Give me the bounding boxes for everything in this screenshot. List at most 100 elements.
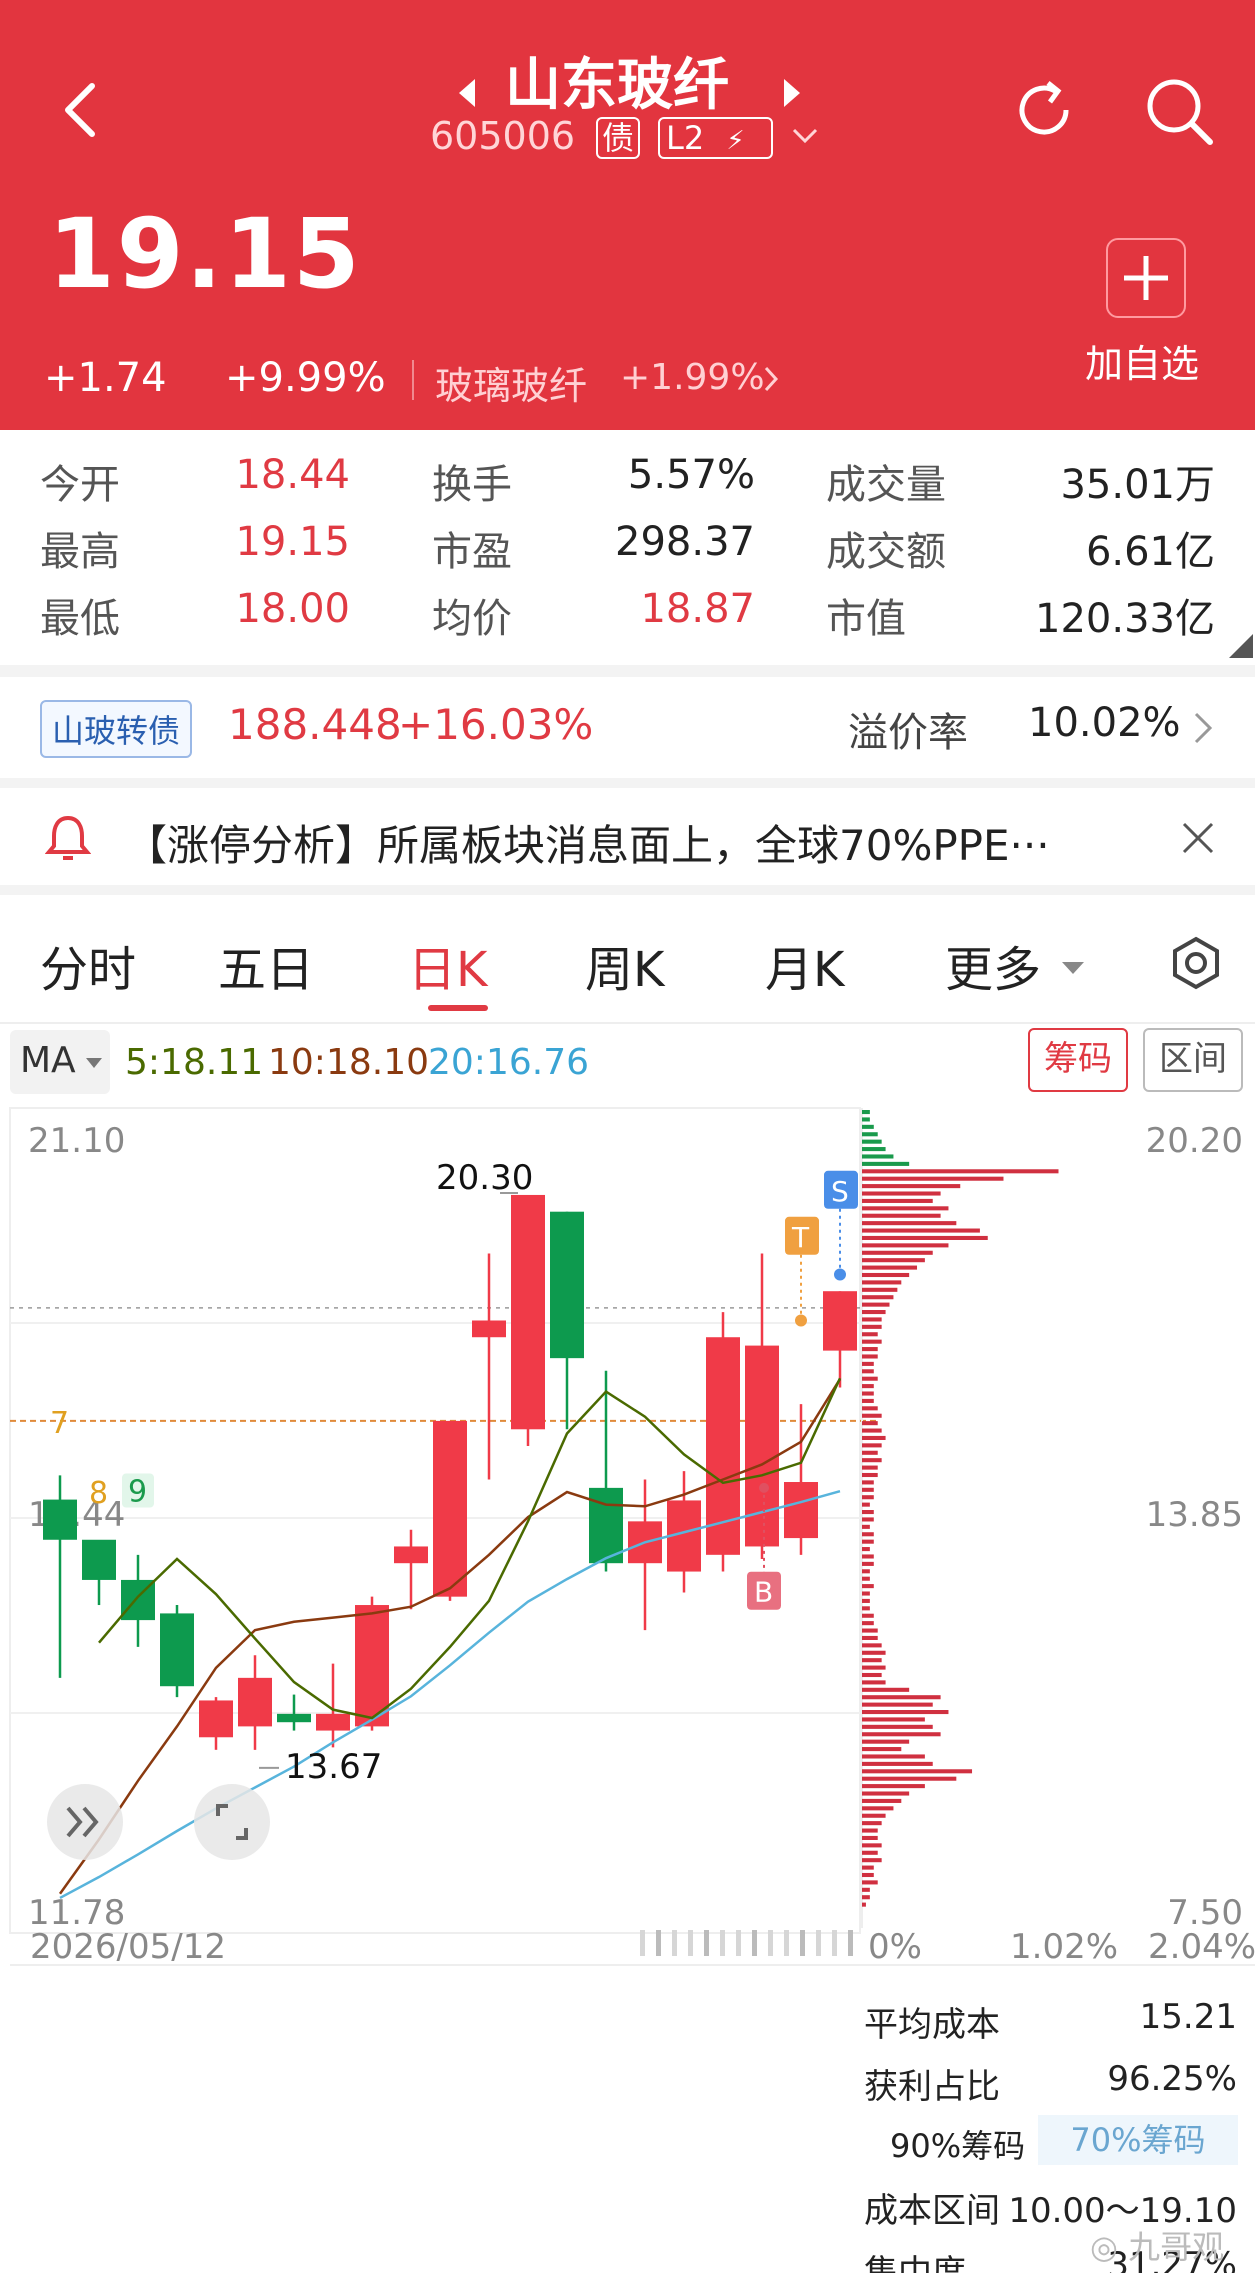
divider [412,360,414,400]
l2-badge[interactable]: L2 ⚡ [658,117,773,159]
scroll-tick [736,1930,741,1956]
scroll-tick [656,1930,661,1956]
chip-bar [862,1524,870,1529]
l2-label: L2 [666,119,705,157]
tab-more[interactable]: 更多 [945,930,1041,1000]
chip-stat-value: 15.21 [1139,1997,1237,2037]
divider [0,665,1255,677]
chip-bar [862,1391,874,1396]
chip-bar [862,1169,1059,1174]
tab-chip-90[interactable]: 90%筹码 [890,2121,1025,2167]
chip-bar [862,1317,882,1322]
y-tick-label: 21.10 [28,1121,125,1161]
sector-pct[interactable]: +1.99% [620,357,765,398]
td-marker: 9 [128,1475,147,1510]
high-label: 20.30 [436,1158,533,1198]
chip-bar [862,1569,870,1574]
premium-value: 10.02% [1028,700,1181,746]
chip-button[interactable]: 筹码 [1028,1028,1128,1092]
settings-icon[interactable] [1168,935,1224,991]
tab-daily-k[interactable]: 日K [408,930,487,1000]
add-watch-label[interactable]: 加自选 [1085,333,1199,388]
chevron-down-icon[interactable] [790,126,820,146]
quote-label: 均价 [432,596,512,642]
bond-price: 188.448 [228,700,402,749]
chip-bar [862,1680,886,1685]
chevron-right-icon[interactable] [1192,708,1216,748]
chip-bar [862,1732,941,1737]
chip-bar [862,1332,878,1337]
chip-stat-label: 平均成本 [864,2005,1000,2045]
low-label: 13.67 [285,1747,382,1787]
chip-bar [862,1472,878,1478]
back-icon[interactable] [60,80,100,140]
chip-bar [862,1658,882,1663]
chip-bar [862,1539,874,1544]
chip-bar [862,1650,886,1655]
fullscreen-button[interactable] [194,1784,270,1860]
kline-chart[interactable]: 21.1016.4411.782026/05/1220.3013.67789TS… [0,1100,1255,1980]
chip-bar [862,1613,874,1618]
chip-bar [862,1747,902,1752]
bond-badge[interactable]: 债 [596,117,641,159]
scroll-tick [752,1930,757,1956]
quote-value: 18.87 [640,586,755,632]
tab-chip-70[interactable]: 70%筹码 [1038,2115,1238,2165]
scroll-tick [848,1930,853,1956]
candle-body [472,1320,506,1338]
chip-bar [862,1665,886,1670]
chip-price-label: 20.20 [1146,1121,1243,1161]
ma-selector[interactable]: MA [10,1030,110,1094]
quote-grid: 今开 18.44 换手 5.57% 成交量 35.01万 最高 19.15 市盈 298.37 成交… [0,430,1255,665]
chip-bar [862,1176,1004,1181]
chip-bar [862,1687,910,1692]
sector-name[interactable]: 玻璃玻纤 [435,355,587,410]
refresh-icon[interactable] [1010,75,1080,145]
close-icon[interactable] [1180,820,1216,856]
chip-bar [862,1776,957,1781]
tab-monthly-k[interactable]: 月K [765,930,844,1000]
price-change: +1.74 [44,355,167,401]
chip-bar [862,1754,925,1759]
expand-button[interactable] [47,1784,123,1860]
chip-bar [862,1621,874,1626]
ma20-value: 20:16.76 [428,1042,589,1083]
chip-bar [862,1695,941,1700]
chip-bar [862,1443,882,1448]
chip-bar [862,1110,870,1115]
chip-stat-value: 96.25% [1107,2059,1237,2099]
quote-label: 成交量 [826,462,946,508]
chip-bar [862,1198,933,1203]
chevron-right-icon[interactable] [762,364,782,394]
tab-five-day[interactable]: 五日 [218,930,314,1000]
expand-corner-icon[interactable] [1225,630,1255,660]
scroll-tick [832,1930,837,1956]
chip-bar [862,1784,925,1789]
chip-bar [862,1895,870,1900]
chip-bar [862,1561,874,1566]
bond-tag[interactable]: 山玻转债 [40,700,193,758]
tab-weekly-k[interactable]: 周K [585,930,664,1000]
notice-text[interactable]: 【涨停分析】所属板块消息面上，全球70%PPE··· [125,812,1050,873]
premium-label: 溢价率 [848,710,968,756]
quote-value: 19.15 [235,519,350,565]
chip-bar [862,1258,925,1263]
chip-bar [862,1324,882,1329]
quote-label: 最低 [40,596,120,642]
range-button[interactable]: 区间 [1143,1028,1243,1092]
stock-header: 山东玻纤 605006 债 L2 ⚡ 19.15 +1.74 +9.99% 玻璃… [0,0,1255,430]
chip-bar [862,1495,874,1500]
next-stock-icon[interactable] [780,75,804,111]
chip-bar [862,1791,910,1796]
prev-stock-icon[interactable] [455,75,479,111]
tab-intraday[interactable]: 分时 [40,930,136,1000]
candle-body [550,1211,584,1359]
caret-down-icon[interactable] [1058,958,1088,978]
add-watch-button[interactable] [1106,238,1186,318]
search-icon[interactable] [1140,72,1220,152]
chip-bar [862,1339,882,1344]
app-root: 山东玻纤 605006 债 L2 ⚡ 19.15 +1.74 +9.99% 玻璃… [0,0,1255,2273]
chip-bar [862,1206,949,1211]
lightning-icon: ⚡ [726,126,745,156]
divider [0,885,1255,895]
